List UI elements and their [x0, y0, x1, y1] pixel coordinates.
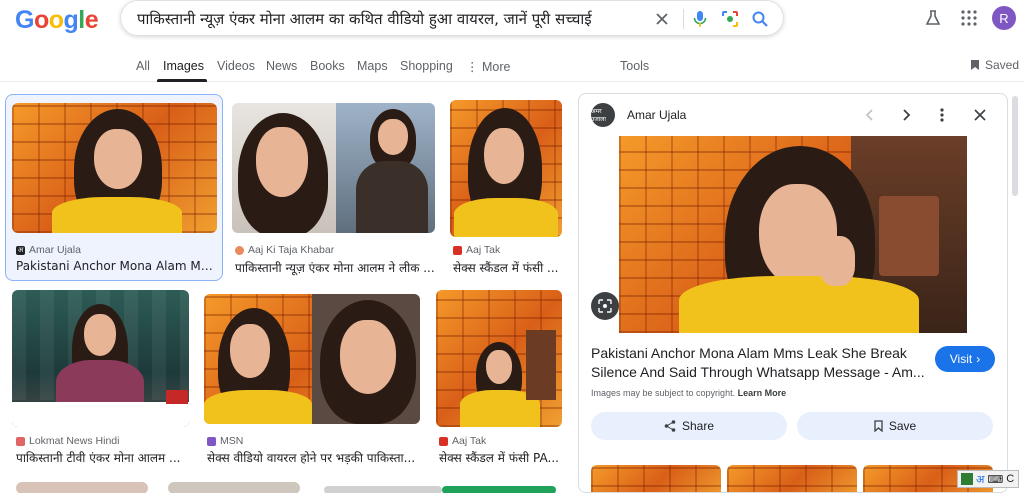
source-favicon: [453, 245, 462, 255]
tools-button[interactable]: Tools: [620, 59, 649, 73]
ime-settings-icon: C: [1006, 473, 1015, 485]
tab-more[interactable]: ⋮ More: [466, 59, 510, 74]
bookmark-icon: [971, 60, 979, 70]
related-image[interactable]: [591, 465, 721, 492]
result-source-label: Aaj Tak: [452, 435, 487, 447]
chevron-right-icon: ›: [976, 352, 981, 366]
result-thumbnail[interactable]: [12, 290, 189, 427]
account-avatar[interactable]: R: [992, 6, 1016, 30]
share-button[interactable]: Share: [591, 412, 787, 440]
search-box[interactable]: पाकिस्तानी न्यूज़ एंकर मोना आलम का कथित …: [120, 0, 784, 36]
result-thumbnail[interactable]: [204, 294, 420, 424]
more-vert-icon: ⋮: [466, 60, 482, 74]
result-source-label: Aaj Ki Taja Khabar: [248, 244, 335, 256]
result-source[interactable]: Aaj Ki Taja Khabar: [235, 244, 334, 256]
logo-letter: o: [48, 6, 64, 34]
labs-icon[interactable]: [922, 7, 944, 29]
result-caption[interactable]: पाकिस्तानी न्यूज़ एंकर मोना आलम ने लीक .…: [235, 259, 435, 276]
next-icon[interactable]: [895, 104, 917, 126]
related-image[interactable]: [727, 465, 857, 492]
result-source[interactable]: Aaj Tak: [453, 244, 500, 256]
panel-source-name[interactable]: Amar Ujala: [627, 108, 686, 122]
ime-script-label: अ: [976, 473, 985, 486]
result-thumbnail[interactable]: [436, 290, 562, 427]
result-thumbnail[interactable]: [16, 482, 148, 493]
previous-icon[interactable]: [859, 104, 881, 126]
logo-letter: e: [84, 6, 99, 34]
result-thumbnail[interactable]: [324, 486, 442, 493]
header: Google पाकिस्तानी न्यूज़ एंकर मोना आलम क…: [0, 0, 1024, 44]
result-caption[interactable]: सेक्स स्कैंडल में फंसी ...: [453, 259, 565, 276]
result-thumbnail[interactable]: [12, 103, 217, 233]
result-source-label: Lokmat News Hindi: [29, 435, 120, 447]
tab-more-label: More: [481, 60, 511, 74]
visit-label: Visit: [949, 352, 973, 366]
active-tab-indicator: [157, 79, 207, 82]
share-label: Share: [681, 419, 715, 433]
apps-icon[interactable]: [958, 7, 980, 29]
search-query[interactable]: पाकिस्तानी न्यूज़ एंकर मोना आलम का कथित …: [137, 9, 592, 29]
source-favicon: [16, 436, 25, 446]
tab-all[interactable]: All: [136, 59, 150, 73]
close-icon[interactable]: [969, 104, 991, 126]
logo-letter: G: [15, 6, 34, 34]
logo-letter: g: [63, 6, 79, 34]
visit-button[interactable]: Visit ›: [935, 346, 995, 372]
tab-shopping[interactable]: Shopping: [400, 59, 453, 73]
result-source[interactable]: MSN: [207, 435, 243, 447]
learn-more-link[interactable]: Learn More: [738, 388, 787, 398]
google-logo[interactable]: Google: [15, 6, 99, 35]
logo-letter: o: [33, 6, 49, 34]
result-source-label: Amar Ujala: [29, 244, 81, 256]
result-source-label: Aaj Tak: [466, 244, 501, 256]
clear-icon[interactable]: [651, 8, 673, 30]
result-source[interactable]: Aaj Tak: [439, 435, 486, 447]
source-favicon: अ: [16, 245, 25, 255]
panel-header: अमर उजाला Amar Ujala: [579, 94, 1007, 134]
result-thumbnail[interactable]: [450, 100, 562, 237]
bookmark-icon: [874, 420, 883, 432]
image-preview-panel: अमर उजाला Amar Ujala Pakistani Anchor Mo…: [578, 93, 1008, 493]
search-icon[interactable]: [749, 8, 771, 30]
saved-link[interactable]: Saved: [970, 58, 1019, 72]
saved-label: Saved: [985, 58, 1020, 72]
keyboard-icon: ⌨: [987, 473, 1004, 486]
source-favicon: [439, 436, 448, 446]
result-source-label: MSN: [220, 435, 244, 447]
result-thumbnail[interactable]: [442, 486, 556, 493]
copyright-text: Images may be subject to copyright.: [591, 388, 736, 398]
preview-image[interactable]: [619, 136, 967, 333]
preview-title[interactable]: Pakistani Anchor Mona Alam Mms Leak She …: [591, 344, 931, 382]
result-source[interactable]: Lokmat News Hindi: [16, 435, 119, 447]
share-icon: [664, 420, 676, 432]
result-source[interactable]: अ Amar Ujala: [16, 244, 81, 256]
result-caption[interactable]: Pakistani Anchor Mona Alam Mms Le...: [16, 259, 216, 273]
visual-search-button[interactable]: [591, 292, 619, 320]
tab-videos[interactable]: Videos: [217, 59, 255, 73]
result-thumbnail[interactable]: [168, 482, 300, 493]
tab-news[interactable]: News: [266, 59, 297, 73]
panel-source-favicon: अमर उजाला: [591, 103, 615, 127]
search-tabs: All Images Videos News Books Maps Shoppi…: [0, 52, 1024, 82]
mic-icon[interactable]: [689, 8, 711, 30]
more-options-icon[interactable]: [931, 104, 953, 126]
search-divider: [683, 9, 684, 29]
result-caption[interactable]: सेक्स वीडियो वायरल होने पर भड़की पाकिस्त…: [207, 449, 419, 466]
result-caption[interactable]: सेक्स स्कैंडल में फंसी PA...: [439, 449, 564, 466]
ime-flag-icon: [961, 473, 973, 485]
save-label: Save: [888, 419, 917, 433]
source-favicon: [235, 245, 244, 255]
copyright-notice: Images may be subject to copyright. Lear…: [591, 388, 786, 398]
source-favicon: [207, 436, 216, 446]
panel-scrollbar[interactable]: [1012, 96, 1018, 196]
ime-toolbar[interactable]: अ ⌨ C: [957, 470, 1019, 488]
result-thumbnail[interactable]: [232, 103, 435, 233]
tab-maps[interactable]: Maps: [357, 59, 388, 73]
lens-icon: [598, 299, 612, 313]
lens-icon[interactable]: [719, 8, 741, 30]
result-caption[interactable]: पाकिस्तानी टीवी एंकर मोना आलम ...: [16, 449, 191, 466]
tab-books[interactable]: Books: [310, 59, 345, 73]
tab-images[interactable]: Images: [163, 59, 204, 73]
save-button[interactable]: Save: [797, 412, 993, 440]
